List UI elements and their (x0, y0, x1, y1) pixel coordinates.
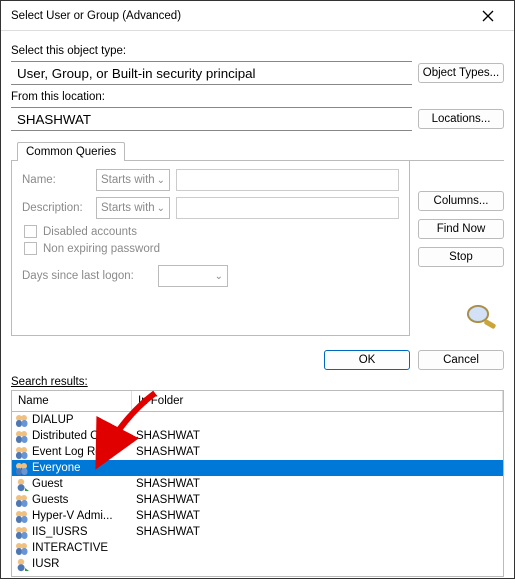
name-filter-input (176, 169, 399, 191)
results-row[interactable]: GuestSHASHWAT (12, 476, 503, 492)
results-row[interactable]: Distributed C...SHASHWAT (12, 428, 503, 444)
object-type-label: Select this object type: (11, 45, 504, 57)
group-icon (14, 509, 30, 524)
group-icon (14, 413, 30, 428)
row-name: INTERACTIVE (32, 542, 132, 554)
user-icon (14, 557, 30, 572)
checkbox-icon (24, 225, 37, 238)
group-icon (14, 429, 30, 444)
object-type-field[interactable] (11, 61, 412, 85)
close-button[interactable] (468, 2, 508, 30)
row-name: Distributed C... (32, 430, 132, 442)
locations-button[interactable]: Locations... (418, 109, 504, 129)
row-name: Hyper-V Admi... (32, 510, 132, 522)
object-types-button[interactable]: Object Types... (418, 63, 504, 83)
row-name: Everyone (32, 462, 132, 474)
row-name: IIS_IUSRS (32, 526, 132, 538)
group-icon (14, 525, 30, 540)
side-button-column: Columns... Find Now Stop (418, 191, 504, 267)
results-row[interactable]: IUSR (12, 556, 503, 572)
row-name: DIALUP (32, 414, 132, 426)
days-since-logon-combo: ⌄ (158, 265, 228, 287)
user-icon (14, 477, 30, 492)
results-row[interactable]: DIALUP (12, 412, 503, 428)
dialog-window: Select User or Group (Advanced) Select t… (0, 0, 515, 579)
results-header: Name In Folder (11, 390, 504, 411)
group-icon (14, 493, 30, 508)
checkbox-icon (24, 242, 37, 255)
close-icon (482, 10, 494, 22)
row-name: Guest (32, 478, 132, 490)
column-header-name[interactable]: Name (12, 391, 132, 411)
location-field[interactable] (11, 107, 412, 131)
name-filter-label: Name: (22, 174, 90, 186)
row-folder: SHASHWAT (132, 478, 501, 490)
row-name: IUSR (32, 558, 132, 570)
tab-strip: Common Queries (11, 141, 504, 161)
search-results-label: Search results: (11, 376, 504, 388)
results-row[interactable]: IIS_IUSRSSHASHWAT (12, 524, 503, 540)
disabled-accounts-checkbox: Disabled accounts (24, 225, 399, 238)
results-row[interactable]: Everyone (12, 460, 503, 476)
column-header-folder[interactable]: In Folder (132, 391, 503, 411)
chevron-down-icon: ⌄ (157, 203, 165, 214)
columns-button[interactable]: Columns... (418, 191, 504, 211)
desc-filter-input (176, 197, 399, 219)
stop-button[interactable]: Stop (418, 247, 504, 267)
queries-panel: Name: Starts with ⌄ Description: Starts … (11, 161, 410, 336)
desc-filter-label: Description: (22, 202, 90, 214)
non-expiring-checkbox: Non expiring password (24, 242, 399, 255)
results-row[interactable]: Hyper-V Admi...SHASHWAT (12, 508, 503, 524)
chevron-down-icon: ⌄ (215, 271, 223, 282)
dialog-title: Select User or Group (Advanced) (11, 10, 468, 22)
row-name: Guests (32, 494, 132, 506)
group-icon (14, 445, 30, 460)
find-now-button[interactable]: Find Now (418, 219, 504, 239)
group-icon (14, 541, 30, 556)
days-since-logon-label: Days since last logon: (22, 270, 152, 282)
row-folder: SHASHWAT (132, 494, 501, 506)
desc-match-combo: Starts with ⌄ (96, 197, 170, 219)
results-list[interactable]: DIALUPDistributed C...SHASHWATEvent Log … (11, 411, 504, 577)
results-row[interactable]: INTERACTIVE (12, 540, 503, 556)
magnifier-icon (464, 303, 498, 334)
location-label: From this location: (11, 91, 504, 103)
results-row[interactable]: GuestsSHASHWAT (12, 492, 503, 508)
client-area: Select this object type: Object Types...… (1, 31, 514, 585)
tab-common-queries[interactable]: Common Queries (17, 142, 125, 161)
title-bar: Select User or Group (Advanced) (1, 1, 514, 31)
ok-button[interactable]: OK (324, 350, 410, 370)
row-folder: SHASHWAT (132, 430, 501, 442)
chevron-down-icon: ⌄ (157, 175, 165, 186)
group-icon (14, 461, 30, 476)
name-match-combo: Starts with ⌄ (96, 169, 170, 191)
results-row[interactable]: Event Log Re...SHASHWAT (12, 444, 503, 460)
row-folder: SHASHWAT (132, 526, 501, 538)
cancel-button[interactable]: Cancel (418, 350, 504, 370)
row-folder: SHASHWAT (132, 510, 501, 522)
row-folder: SHASHWAT (132, 446, 501, 458)
row-name: Event Log Re... (32, 446, 132, 458)
